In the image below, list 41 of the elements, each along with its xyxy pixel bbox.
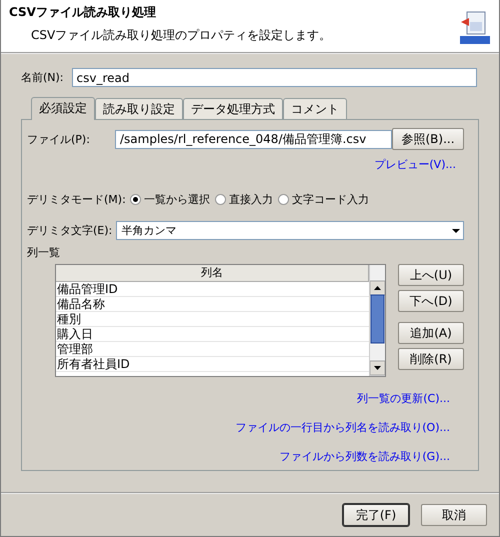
radio-label: 文字コード入力: [292, 192, 369, 207]
scrollbar[interactable]: [369, 265, 385, 376]
action-link[interactable]: ファイルの一行目から列名を読み取り(O)...: [235, 420, 450, 435]
list-action-button[interactable]: 上へ(U): [398, 264, 464, 286]
list-row[interactable]: 購入日: [56, 327, 369, 342]
column-header: 列名: [56, 265, 369, 282]
field-label: デリミタモード(M):: [27, 192, 126, 207]
action-link[interactable]: 列一覧の更新(C)...: [357, 391, 450, 406]
list-action-button[interactable]: 削除(R): [398, 348, 464, 370]
list-row[interactable]: 備品名称: [56, 297, 369, 312]
list-action-button[interactable]: 追加(A): [398, 322, 464, 344]
radio-button[interactable]: [278, 194, 289, 205]
list-row[interactable]: 管理部: [56, 342, 369, 357]
radio-button[interactable]: [130, 194, 141, 205]
tab[interactable]: 必須設定: [31, 97, 95, 120]
section-label: 列一覧: [27, 245, 61, 260]
field-label: 名前(N):: [21, 70, 64, 85]
dropdown-value: 半角カンマ: [121, 223, 176, 238]
dialog-title: CSVファイル読み取り処理: [9, 4, 157, 21]
file-path-input[interactable]: /samples/rl_reference_048/備品管理簿.csv: [115, 130, 392, 148]
dialog-subtitle: CSVファイル読み取り処理のプロパティを設定します。: [31, 27, 332, 44]
name-input[interactable]: csv_read: [72, 68, 477, 87]
radio-label: 直接入力: [228, 192, 273, 207]
tab[interactable]: コメント: [283, 98, 347, 119]
field-label: ファイル(P):: [27, 132, 91, 146]
list-row[interactable]: 備品管理ID: [56, 282, 369, 297]
field-label: デリミタ文字(E):: [27, 223, 112, 238]
preview-link[interactable]: プレビュー(V)...: [374, 157, 456, 172]
dialog-button[interactable]: 取消: [421, 504, 487, 526]
csv-file-icon: [459, 10, 491, 46]
radio-button[interactable]: [214, 194, 226, 205]
delimiter-dropdown[interactable]: 半角カンマ: [116, 221, 464, 240]
tab[interactable]: 読み取り設定: [95, 98, 183, 119]
list-row[interactable]: 種別: [56, 312, 369, 327]
dialog-button[interactable]: 完了(F): [343, 504, 409, 526]
tab[interactable]: データ処理方式: [183, 98, 283, 119]
browse-button[interactable]: 参照(B)...: [392, 128, 464, 150]
list-row[interactable]: 所有者社員ID: [56, 357, 369, 372]
action-link[interactable]: ファイルから列数を読み取り(G)...: [279, 449, 450, 464]
radio-label: 一覧から選択: [144, 192, 210, 207]
list-action-button[interactable]: 下へ(D): [398, 290, 464, 312]
